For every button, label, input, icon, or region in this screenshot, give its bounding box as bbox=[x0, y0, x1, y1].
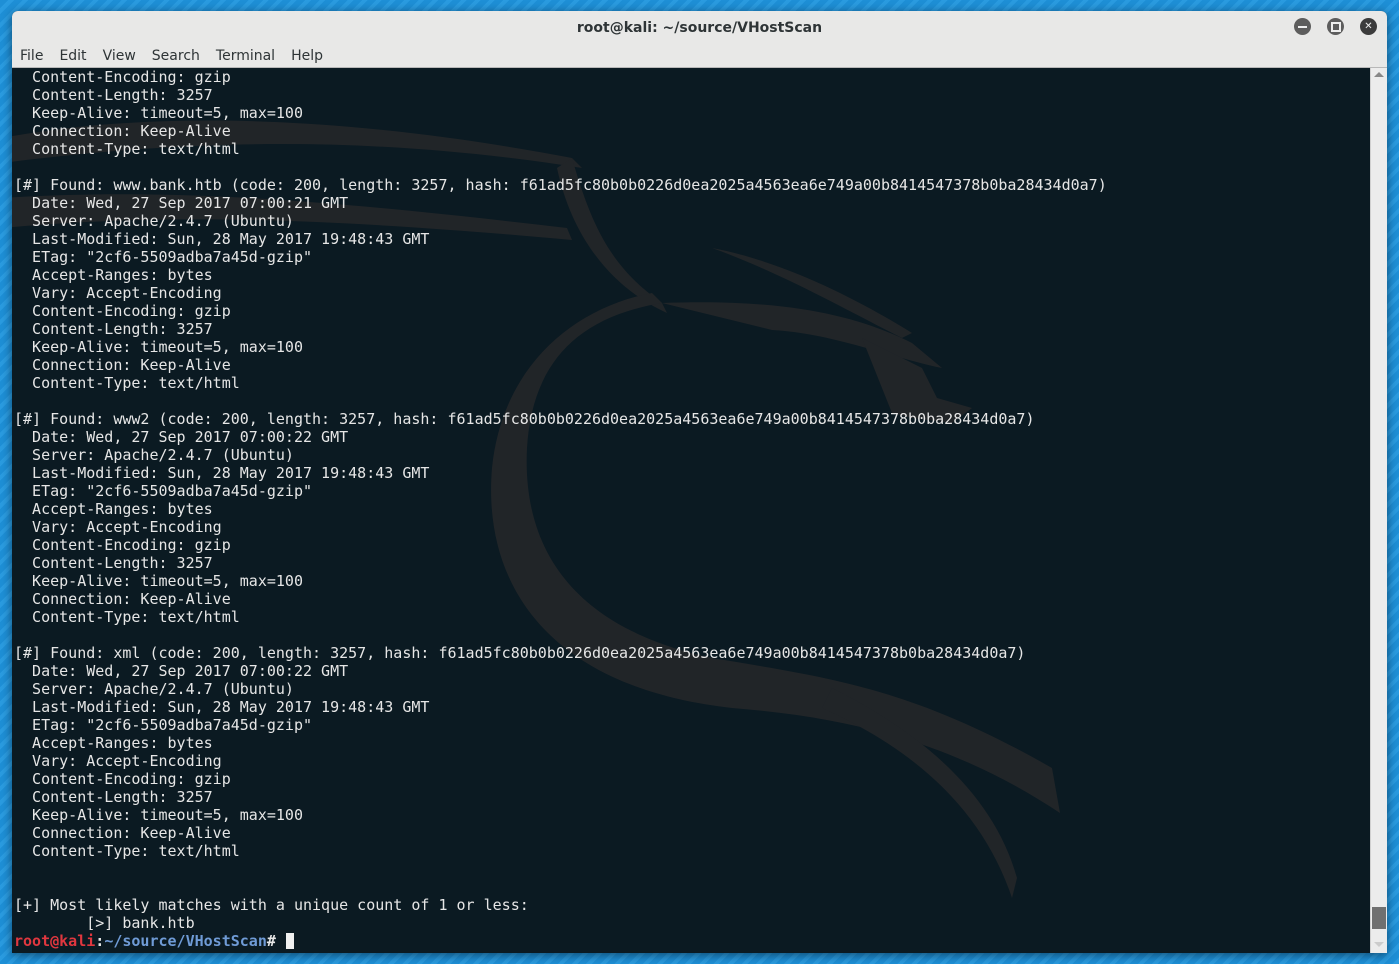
maximize-button[interactable] bbox=[1327, 18, 1344, 35]
terminal-line: Connection: Keep-Alive bbox=[14, 590, 1107, 608]
terminal-line: [>] bank.htb bbox=[14, 914, 1107, 932]
terminal-line bbox=[14, 878, 1107, 896]
prompt-separator: : bbox=[95, 932, 104, 950]
maximize-icon bbox=[1331, 22, 1341, 32]
menu-search[interactable]: Search bbox=[144, 48, 208, 64]
menu-bar: File Edit View Search Terminal Help bbox=[12, 45, 1387, 68]
terminal-line: Content-Type: text/html bbox=[14, 374, 1107, 392]
terminal-line: Content-Length: 3257 bbox=[14, 320, 1107, 338]
terminal-line: Accept-Ranges: bytes bbox=[14, 266, 1107, 284]
menu-view[interactable]: View bbox=[95, 48, 144, 64]
close-icon: ✕ bbox=[1364, 22, 1372, 32]
minimize-button[interactable] bbox=[1294, 18, 1311, 35]
minimize-icon bbox=[1298, 26, 1307, 28]
terminal-line: Date: Wed, 27 Sep 2017 07:00:22 GMT bbox=[14, 662, 1107, 680]
terminal-line: Last-Modified: Sun, 28 May 2017 19:48:43… bbox=[14, 464, 1107, 482]
window-controls: ✕ bbox=[1294, 18, 1377, 35]
terminal-line: Connection: Keep-Alive bbox=[14, 122, 1107, 140]
terminal-line: Server: Apache/2.4.7 (Ubuntu) bbox=[14, 446, 1107, 464]
terminal-line: Keep-Alive: timeout=5, max=100 bbox=[14, 572, 1107, 590]
menu-help[interactable]: Help bbox=[283, 48, 331, 64]
terminal-line: Content-Encoding: gzip bbox=[14, 68, 1107, 86]
terminal-line: Connection: Keep-Alive bbox=[14, 824, 1107, 842]
terminal-area[interactable]: Content-Encoding: gzip Content-Length: 3… bbox=[12, 68, 1371, 953]
terminal-line: Content-Type: text/html bbox=[14, 608, 1107, 626]
terminal-line: Date: Wed, 27 Sep 2017 07:00:22 GMT bbox=[14, 428, 1107, 446]
terminal-line: Vary: Accept-Encoding bbox=[14, 284, 1107, 302]
terminal-output: Content-Encoding: gzip Content-Length: 3… bbox=[14, 68, 1107, 950]
terminal-line: Last-Modified: Sun, 28 May 2017 19:48:43… bbox=[14, 698, 1107, 716]
window-title: root@kali: ~/source/VHostScan bbox=[577, 20, 822, 36]
menu-file[interactable]: File bbox=[12, 48, 51, 64]
terminal-window: root@kali: ~/source/VHostScan ✕ File Edi… bbox=[12, 11, 1387, 953]
terminal-line: Last-Modified: Sun, 28 May 2017 19:48:43… bbox=[14, 230, 1107, 248]
terminal-line: ETag: "2cf6-5509adba7a45d-gzip" bbox=[14, 716, 1107, 734]
title-bar[interactable]: root@kali: ~/source/VHostScan ✕ bbox=[12, 11, 1387, 45]
terminal-line: Connection: Keep-Alive bbox=[14, 356, 1107, 374]
terminal-line: Vary: Accept-Encoding bbox=[14, 752, 1107, 770]
terminal-line: Accept-Ranges: bytes bbox=[14, 500, 1107, 518]
terminal-line: Vary: Accept-Encoding bbox=[14, 518, 1107, 536]
prompt-path: ~/source/VHostScan bbox=[104, 932, 267, 950]
terminal-line: Content-Length: 3257 bbox=[14, 788, 1107, 806]
scroll-up-arrow-icon[interactable] bbox=[1374, 72, 1384, 77]
terminal-line: Content-Type: text/html bbox=[14, 842, 1107, 860]
terminal-line bbox=[14, 158, 1107, 176]
terminal-line: ETag: "2cf6-5509adba7a45d-gzip" bbox=[14, 482, 1107, 500]
terminal-line: Content-Encoding: gzip bbox=[14, 770, 1107, 788]
terminal-line: [+] Most likely matches with a unique co… bbox=[14, 896, 1107, 914]
terminal-line: ETag: "2cf6-5509adba7a45d-gzip" bbox=[14, 248, 1107, 266]
terminal-line: Content-Length: 3257 bbox=[14, 86, 1107, 104]
prompt-symbol: # bbox=[267, 932, 285, 950]
terminal-line bbox=[14, 860, 1107, 878]
terminal-line bbox=[14, 626, 1107, 644]
menu-edit[interactable]: Edit bbox=[51, 48, 94, 64]
terminal-line: Content-Type: text/html bbox=[14, 140, 1107, 158]
scroll-down-arrow-icon[interactable] bbox=[1374, 942, 1384, 947]
terminal-line: [#] Found: www2 (code: 200, length: 3257… bbox=[14, 410, 1107, 428]
terminal-line: Content-Length: 3257 bbox=[14, 554, 1107, 572]
terminal-line: Keep-Alive: timeout=5, max=100 bbox=[14, 104, 1107, 122]
terminal-line bbox=[14, 392, 1107, 410]
terminal-line: Keep-Alive: timeout=5, max=100 bbox=[14, 806, 1107, 824]
close-button[interactable]: ✕ bbox=[1360, 18, 1377, 35]
terminal-line: Keep-Alive: timeout=5, max=100 bbox=[14, 338, 1107, 356]
terminal-line: Server: Apache/2.4.7 (Ubuntu) bbox=[14, 212, 1107, 230]
prompt-user-host: root@kali bbox=[14, 932, 95, 950]
terminal-line: Content-Encoding: gzip bbox=[14, 302, 1107, 320]
terminal-line: Accept-Ranges: bytes bbox=[14, 734, 1107, 752]
terminal-line: Content-Encoding: gzip bbox=[14, 536, 1107, 554]
terminal-line: [#] Found: www.bank.htb (code: 200, leng… bbox=[14, 176, 1107, 194]
terminal-line: [#] Found: xml (code: 200, length: 3257,… bbox=[14, 644, 1107, 662]
vertical-scrollbar[interactable] bbox=[1370, 68, 1387, 953]
text-cursor bbox=[286, 933, 294, 949]
scrollbar-thumb[interactable] bbox=[1372, 907, 1386, 929]
terminal-line: Date: Wed, 27 Sep 2017 07:00:21 GMT bbox=[14, 194, 1107, 212]
terminal-line: Server: Apache/2.4.7 (Ubuntu) bbox=[14, 680, 1107, 698]
menu-terminal[interactable]: Terminal bbox=[208, 48, 283, 64]
command-prompt[interactable]: root@kali:~/source/VHostScan# bbox=[14, 932, 1107, 950]
